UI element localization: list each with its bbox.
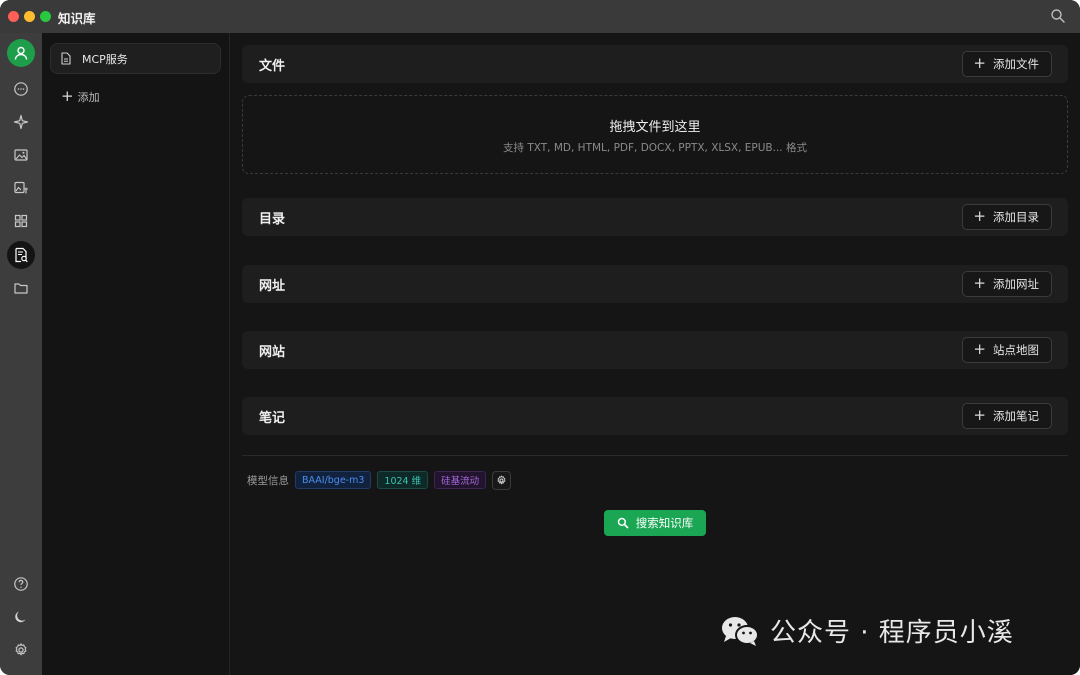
search-knowledge-base-label: 搜索知识库 [635, 516, 694, 530]
section-note: 笔记 + 添加笔记 [242, 397, 1068, 435]
image-text-icon [14, 181, 28, 194]
plus-icon: + [61, 86, 74, 105]
add-url-button[interactable]: + 添加网址 [962, 271, 1052, 297]
title-bar: 知识库 [0, 0, 1080, 33]
section-url: 网址 + 添加网址 [242, 265, 1068, 303]
section-website: 网站 + 站点地图 [242, 331, 1068, 369]
sitemap-button[interactable]: + 站点地图 [962, 337, 1052, 363]
add-url-label: 添加网址 [993, 277, 1039, 291]
knowledge-base-list: MCP服务 + 添加 [42, 33, 230, 675]
dropzone-formats: 支持 TXT, MD, HTML, PDF, DOCX, PPTX, XLSX,… [503, 142, 807, 154]
app-window: 知识库 MCP服务 + 添加 文件 + 添加文件 拖拽文件到这里 支持 TXT,… [0, 0, 1080, 675]
sitemap-label: 站点地图 [993, 343, 1039, 357]
plus-icon: + [973, 53, 986, 72]
minimize-window-button[interactable] [24, 11, 35, 22]
section-title-directory: 目录 [259, 212, 286, 227]
model-name-tag: BAAI/bge-m3 [295, 471, 372, 489]
rail-help[interactable] [7, 570, 35, 598]
add-label: 添加 [77, 91, 100, 104]
wechat-logo-icon [722, 616, 759, 646]
kb-item-label: MCP服务 [82, 52, 128, 66]
window-title: 知识库 [58, 11, 96, 26]
knowledge-search-icon [15, 247, 28, 263]
add-note-button[interactable]: + 添加笔记 [962, 403, 1052, 429]
divider [242, 455, 1068, 456]
add-knowledge-base-button[interactable]: + 添加 [61, 86, 100, 105]
section-title-website: 网站 [259, 345, 286, 360]
add-file-button[interactable]: + 添加文件 [962, 51, 1052, 77]
section-file: 文件 + 添加文件 [242, 45, 1068, 83]
rail-knowledge-base[interactable] [7, 241, 35, 269]
add-note-label: 添加笔记 [993, 409, 1039, 423]
watermark: 公众号 · 程序员小溪 [720, 612, 1014, 649]
model-info-label: 模型信息 [247, 474, 289, 487]
main-content: 文件 + 添加文件 拖拽文件到这里 支持 TXT, MD, HTML, PDF,… [230, 33, 1080, 675]
section-title-file: 文件 [259, 59, 286, 74]
rail-image-translate[interactable] [7, 174, 35, 202]
avatar[interactable] [7, 39, 35, 67]
dimension-tag: 1024 维 [377, 471, 429, 489]
rail-chat[interactable] [7, 75, 35, 103]
gear-icon [497, 475, 506, 484]
rail-files[interactable] [7, 274, 35, 302]
help-icon [14, 577, 28, 591]
plus-icon: + [973, 273, 986, 292]
rail-images[interactable] [7, 141, 35, 169]
icon-sidebar [0, 33, 42, 675]
image-icon [14, 149, 28, 161]
sparkle-icon [13, 114, 29, 130]
add-directory-button[interactable]: + 添加目录 [962, 204, 1052, 230]
section-title-note: 笔记 [259, 411, 286, 426]
close-window-button[interactable] [8, 11, 19, 22]
chat-bubble-icon [14, 82, 28, 96]
file-dropzone[interactable]: 拖拽文件到这里 支持 TXT, MD, HTML, PDF, DOCX, PPT… [242, 95, 1068, 174]
gear-icon [15, 643, 27, 656]
provider-tag: 硅基流动 [434, 471, 487, 489]
search-knowledge-base-button[interactable]: 搜索知识库 [604, 510, 706, 536]
add-directory-label: 添加目录 [993, 210, 1039, 224]
model-settings-button[interactable] [492, 470, 512, 490]
rail-settings[interactable] [7, 636, 35, 664]
apps-grid-icon [14, 214, 28, 228]
user-icon [14, 46, 28, 60]
kb-item-mcp[interactable]: MCP服务 [50, 43, 221, 74]
plus-icon: + [973, 405, 986, 424]
maximize-window-button[interactable] [40, 11, 51, 22]
watermark-text: 公众号 · 程序员小溪 [770, 618, 1014, 648]
section-directory: 目录 + 添加目录 [242, 198, 1068, 236]
moon-icon [15, 611, 26, 623]
dropzone-title: 拖拽文件到这里 [609, 120, 701, 135]
model-info-row: 模型信息 BAAI/bge-m3 1024 维 硅基流动 [247, 470, 512, 490]
folder-icon [14, 283, 28, 294]
search-icon[interactable] [1050, 8, 1066, 24]
rail-agents[interactable] [7, 108, 35, 136]
plus-icon: + [973, 339, 986, 358]
rail-apps[interactable] [7, 207, 35, 235]
section-title-url: 网址 [259, 279, 286, 294]
plus-icon: + [973, 206, 986, 225]
document-icon [61, 52, 71, 65]
search-icon [617, 517, 629, 529]
add-file-label: 添加文件 [993, 57, 1039, 71]
rail-theme[interactable] [7, 603, 35, 631]
